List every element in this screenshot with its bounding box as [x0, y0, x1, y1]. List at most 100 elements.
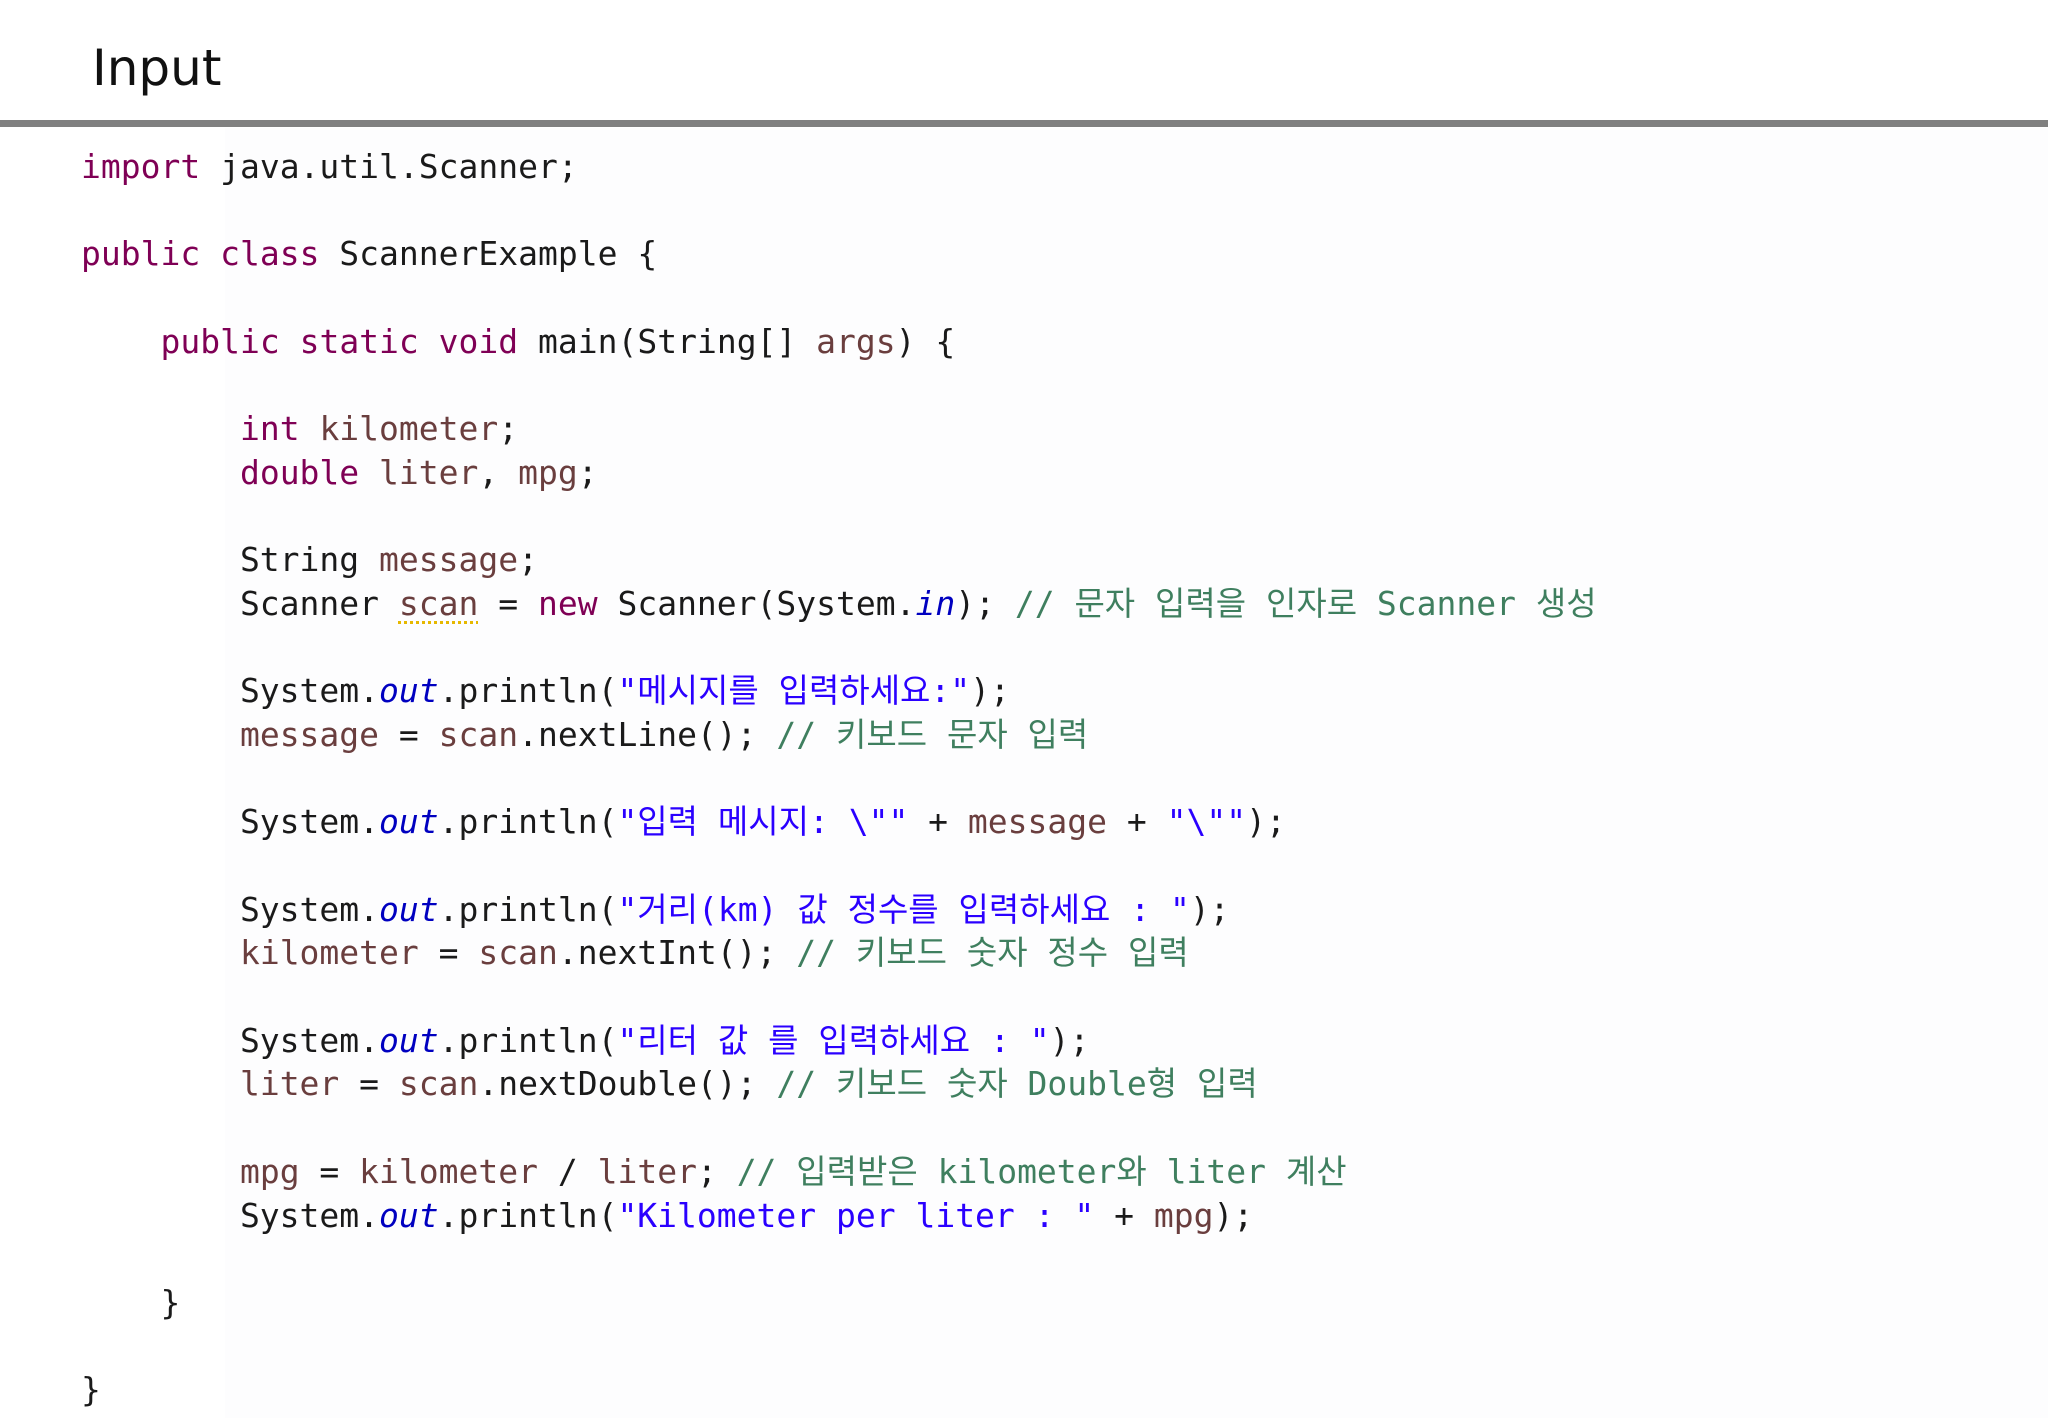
code-text: .println( — [438, 1195, 618, 1235]
code-keyword: import — [81, 147, 201, 186]
code-line[interactable]: System.out.println("거리(km) 값 정수를 입력하세요 :… — [81, 888, 1597, 932]
code-line[interactable] — [81, 1237, 1597, 1281]
code-text: ); — [1213, 1195, 1254, 1235]
code-line[interactable]: public class ScannerExample { — [81, 232, 1597, 276]
code-text: ; — [696, 1151, 737, 1191]
code-string: "입력 메시지: \"" — [617, 802, 909, 842]
code-line[interactable]: System.out.println("리터 값 를 입력하세요 : "); — [81, 1019, 1597, 1063]
code-text: System. — [81, 1195, 380, 1235]
code-text: System. — [81, 802, 380, 842]
code-keyword: class — [220, 234, 320, 274]
code-text: = — [478, 583, 538, 623]
code-line[interactable]: import java.util.Scanner; — [81, 145, 1597, 189]
code-text: ); — [1049, 1020, 1090, 1060]
code-variable: kilometer — [359, 1151, 538, 1191]
code-variable: kilometer — [319, 409, 499, 449]
code-text: .nextLine(); — [518, 714, 777, 754]
code-variable: liter — [597, 1151, 697, 1191]
code-text: .nextDouble(); — [478, 1064, 777, 1104]
code-text: } — [81, 1282, 181, 1322]
header-divider — [0, 120, 2048, 127]
code-field: in — [915, 583, 956, 623]
code-variable: message — [239, 714, 380, 754]
code-text: = — [418, 933, 479, 973]
code-line[interactable] — [81, 757, 1597, 801]
code-line[interactable]: liter = scan.nextDouble(); // 키보드 숫자 Dou… — [81, 1062, 1597, 1106]
code-comment: // 문자 입력을 인자로 Scanner 생성 — [1014, 583, 1597, 623]
code-text: ScannerExample { — [319, 234, 658, 274]
code-comment: // 키보드 숫자 Double형 입력 — [776, 1064, 1258, 1104]
code-line[interactable] — [81, 1325, 1597, 1369]
code-variable: scan — [398, 1064, 479, 1104]
code-field: out — [379, 802, 439, 842]
code-line[interactable]: int kilometer; — [81, 407, 1597, 451]
code-keyword: public — [160, 321, 280, 361]
code-line[interactable]: message = scan.nextLine(); // 키보드 문자 입력 — [81, 713, 1597, 757]
code-variable: liter — [379, 452, 479, 492]
code-line[interactable]: mpg = kilometer / liter; // 입력받은 kilomet… — [81, 1150, 1597, 1194]
code-text: .println( — [438, 889, 618, 929]
code-text: ; — [518, 540, 538, 580]
code-line[interactable]: } — [81, 1368, 1597, 1412]
code-field: out — [379, 671, 439, 711]
code-line[interactable] — [81, 495, 1597, 539]
code-line[interactable]: } — [81, 1281, 1597, 1325]
code-line[interactable]: String message; — [81, 538, 1597, 582]
code-text: = — [299, 1151, 360, 1191]
code-text: ) { — [895, 321, 956, 361]
code-text: ); — [970, 671, 1010, 711]
code-variable: kilometer — [239, 933, 419, 973]
code-text: main(String[] — [518, 321, 817, 361]
code-string: "거리(km) 값 정수를 입력하세요 : " — [617, 889, 1190, 929]
code-variable: args — [816, 321, 896, 361]
code-text: System. — [81, 889, 380, 929]
code-line[interactable] — [81, 1106, 1597, 1150]
code-variable: liter — [239, 1064, 340, 1104]
code-keyword: public — [81, 234, 201, 274]
code-text: = — [339, 1064, 399, 1104]
code-keyword: new — [537, 583, 598, 623]
code-text: ); — [1189, 889, 1230, 929]
code-line[interactable] — [81, 189, 1597, 233]
code-keyword: void — [438, 321, 519, 361]
code-variable: mpg — [518, 452, 578, 492]
code-text: , — [478, 452, 519, 492]
code-line[interactable]: kilometer = scan.nextInt(); // 키보드 숫자 정수… — [81, 931, 1597, 975]
code-field: out — [379, 1020, 439, 1060]
code-line[interactable] — [81, 276, 1597, 320]
code-variable: scan — [438, 714, 519, 754]
code-text: + — [908, 802, 968, 842]
code-text: ); — [1246, 802, 1286, 842]
code-line[interactable] — [81, 363, 1597, 407]
code-text: .nextInt(); — [557, 933, 797, 973]
code-line[interactable] — [81, 844, 1597, 888]
code-comment: // 키보드 문자 입력 — [776, 714, 1089, 754]
code-line[interactable] — [81, 626, 1597, 670]
code-block[interactable]: import java.util.Scanner; public class Sc… — [81, 145, 1597, 1412]
code-line[interactable] — [81, 975, 1597, 1019]
code-text: System. — [81, 1020, 380, 1060]
code-line[interactable]: System.out.println("Kilometer per liter … — [81, 1194, 1597, 1238]
page-title: Input — [92, 39, 222, 97]
code-text: / — [537, 1151, 598, 1191]
code-line[interactable]: public static void main(String[] args) { — [81, 320, 1597, 364]
code-string: "Kilometer per liter : " — [617, 1195, 1095, 1235]
code-text: java.util.Scanner; — [200, 147, 578, 186]
code-text: String — [81, 540, 380, 580]
code-line[interactable]: System.out.println("입력 메시지: \"" + messag… — [81, 800, 1597, 844]
code-line[interactable]: System.out.println("메시지를 입력하세요:"); — [81, 669, 1597, 713]
code-text: .println( — [438, 802, 618, 842]
code-comment: // 키보드 숫자 정수 입력 — [796, 933, 1189, 973]
code-line[interactable]: Scanner scan = new Scanner(System.in); /… — [81, 582, 1597, 626]
code-variable-warning: scan — [398, 583, 479, 623]
code-line[interactable]: double liter, mpg; — [81, 451, 1597, 495]
